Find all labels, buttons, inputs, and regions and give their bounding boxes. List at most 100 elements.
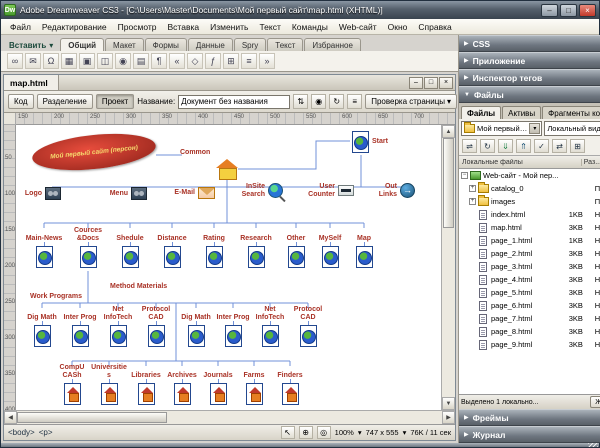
insert-tab-common[interactable]: Общий bbox=[60, 38, 104, 51]
sitemap-node-insite-search[interactable]: InSite Search bbox=[234, 183, 283, 198]
head-icon[interactable]: ◇ bbox=[187, 53, 203, 69]
tab-assets[interactable]: Активы bbox=[502, 106, 541, 119]
tree-collapse-icon[interactable]: − bbox=[461, 172, 468, 179]
comment-icon[interactable]: « bbox=[169, 53, 185, 69]
scroll-left-icon[interactable]: ◀ bbox=[4, 411, 17, 424]
menu-file[interactable]: Файл bbox=[5, 21, 36, 33]
check-page-button[interactable]: Проверка страницы▾ bbox=[365, 94, 457, 109]
scrollbar-thumb[interactable] bbox=[17, 412, 167, 423]
sitemap-work-node[interactable]: Net InfoTech bbox=[99, 307, 137, 347]
sitemap-page-node[interactable]: Distance bbox=[148, 227, 196, 268]
horizontal-scrollbar[interactable]: ◀ ▶ bbox=[4, 410, 455, 424]
view-options-icon[interactable]: ≡ bbox=[347, 94, 362, 109]
column-local-files[interactable]: Локальные файлы bbox=[459, 159, 582, 166]
connect-icon[interactable]: ⇌ bbox=[462, 139, 477, 153]
menu-insert[interactable]: Вставка bbox=[163, 21, 205, 33]
table-row[interactable]: page_2.html 3KB HTM... bbox=[459, 247, 600, 260]
panel-files-header[interactable]: ▼ Файлы ≡ bbox=[459, 86, 600, 103]
minimize-button[interactable]: – bbox=[541, 4, 558, 17]
split-view-button[interactable]: Разделение bbox=[37, 94, 93, 109]
scrollbar-thumb[interactable] bbox=[443, 138, 454, 228]
sitemap-resource-node[interactable]: Farms bbox=[236, 365, 272, 405]
table-row[interactable]: + catalog_0 Пап... bbox=[459, 182, 600, 195]
menu-window[interactable]: Окно bbox=[383, 21, 413, 33]
sitemap-page-node[interactable]: Main-News bbox=[20, 227, 68, 268]
sitemap-work-node[interactable]: Net InfoTech bbox=[251, 307, 289, 347]
zoom-tool-icon[interactable]: ◎ bbox=[317, 426, 331, 439]
root-node-label[interactable]: Common bbox=[180, 149, 210, 157]
sitemap-resource-node[interactable]: Universities bbox=[91, 365, 127, 405]
menu-modify[interactable]: Изменить bbox=[205, 21, 253, 33]
template-icon[interactable]: ⊞ bbox=[223, 53, 239, 69]
panel-history[interactable]: ▶ Журнал bbox=[459, 426, 600, 443]
doc-maximize-button[interactable]: □ bbox=[424, 77, 438, 89]
maximize-button[interactable]: □ bbox=[560, 4, 577, 17]
insert-tab-layout[interactable]: Макет bbox=[105, 38, 144, 51]
design-view-button[interactable]: Проект bbox=[96, 94, 134, 109]
tag-chooser-icon[interactable]: ≡ bbox=[241, 53, 257, 69]
tree-expand-icon[interactable]: + bbox=[469, 198, 476, 205]
window-size[interactable]: 747 x 555 bbox=[366, 428, 399, 437]
menu-view[interactable]: Просмотр bbox=[113, 21, 162, 33]
panel-tag-inspector[interactable]: ▶ Инспектор тегов bbox=[459, 69, 600, 86]
doc-close-button[interactable]: × bbox=[439, 77, 453, 89]
zoom-level[interactable]: 100% bbox=[335, 428, 354, 437]
hyperlink-icon[interactable]: ∞ bbox=[7, 53, 23, 69]
sitemap-work-node[interactable]: Inter Prog bbox=[214, 307, 252, 347]
view-select[interactable]: Локальный вид ▾ bbox=[544, 121, 600, 136]
scroll-up-icon[interactable]: ▲ bbox=[442, 125, 455, 138]
sitemap-node-start[interactable]: Start bbox=[352, 131, 388, 153]
insert-tab-favorites[interactable]: Избранное bbox=[304, 38, 361, 51]
table-row[interactable]: page_3.html 3KB HTM... bbox=[459, 260, 600, 273]
code-view-button[interactable]: Код bbox=[8, 94, 34, 109]
insert-menu[interactable]: Вставить▾ bbox=[3, 40, 59, 51]
checkin-icon[interactable]: ⇄ bbox=[552, 139, 567, 153]
table-row[interactable]: page_4.html 3KB HTM... bbox=[459, 273, 600, 286]
home-icon[interactable] bbox=[215, 159, 239, 179]
vertical-scrollbar[interactable]: ▲ ▼ bbox=[441, 125, 455, 410]
table-row[interactable]: map.html 3KB HTM... bbox=[459, 221, 600, 234]
sitemap-resource-node[interactable]: CompU CASh bbox=[54, 365, 90, 405]
table-row[interactable]: page_5.html 3KB HTM... bbox=[459, 286, 600, 299]
sitemap-resource-node[interactable]: Libraries bbox=[128, 365, 164, 405]
insert-div-icon[interactable]: ▣ bbox=[79, 53, 95, 69]
site-select[interactable]: Мой первый сайт ▾ bbox=[461, 121, 542, 136]
scroll-down-icon[interactable]: ▼ bbox=[442, 397, 455, 410]
sitemap-work-node[interactable]: Dig Math bbox=[177, 307, 215, 347]
column-size[interactable]: Раз... bbox=[582, 159, 600, 166]
sitemap-node-menu[interactable]: Menu bbox=[104, 187, 147, 200]
document-tab[interactable]: map.html bbox=[4, 75, 59, 90]
tab-files[interactable]: Файлы bbox=[461, 106, 501, 119]
sitemap-page-node[interactable]: Rating bbox=[190, 227, 238, 268]
doc-minimize-button[interactable]: – bbox=[409, 77, 423, 89]
more-icon[interactable]: » bbox=[259, 53, 275, 69]
select-tool-icon[interactable]: ↖ bbox=[281, 426, 295, 439]
table-row[interactable]: + images Пап... bbox=[459, 195, 600, 208]
file-management-icon[interactable]: ⇅ bbox=[293, 94, 308, 109]
email-link-icon[interactable]: ✉ bbox=[25, 53, 41, 69]
sitemap-node-logo[interactable]: Logo bbox=[18, 187, 61, 200]
sitemap-resource-node[interactable]: Archives bbox=[164, 365, 200, 405]
expand-icon[interactable]: ⊞ bbox=[570, 139, 585, 153]
sitemap-node-user-counter[interactable]: User Counter bbox=[302, 183, 354, 198]
table-row[interactable]: − Web-сайт - Мой пер... bbox=[459, 169, 600, 182]
sitemap-page-node[interactable]: Shedule bbox=[106, 227, 154, 268]
image-icon[interactable]: ◫ bbox=[97, 53, 113, 69]
tag-selector-p[interactable]: <p> bbox=[39, 428, 53, 437]
panel-css[interactable]: ▶ CSS bbox=[459, 35, 600, 52]
insert-tab-forms[interactable]: Формы bbox=[145, 38, 187, 51]
close-button[interactable]: × bbox=[579, 4, 596, 17]
table-row[interactable]: page_1.html 1KB HTM... bbox=[459, 234, 600, 247]
design-canvas[interactable]: Мой первый сайт (персон) Common Start Lo… bbox=[16, 125, 441, 410]
insert-tab-data[interactable]: Данные bbox=[188, 38, 233, 51]
sitemap-work-node[interactable]: Dig Math bbox=[23, 307, 61, 347]
tab-snippets[interactable]: Фрагменты кода bbox=[542, 106, 600, 119]
scroll-right-icon[interactable]: ▶ bbox=[442, 411, 455, 424]
tag-selector-body[interactable]: <body> bbox=[8, 428, 35, 437]
refresh-icon[interactable]: ↻ bbox=[480, 139, 495, 153]
menu-help[interactable]: Справка bbox=[413, 21, 456, 33]
sitemap-node-out-links[interactable]: Out Links → bbox=[366, 183, 415, 198]
media-icon[interactable]: ◉ bbox=[115, 53, 131, 69]
preview-browser-icon[interactable]: ◉ bbox=[311, 94, 326, 109]
table-row[interactable]: page_7.html 3KB HTM... bbox=[459, 312, 600, 325]
